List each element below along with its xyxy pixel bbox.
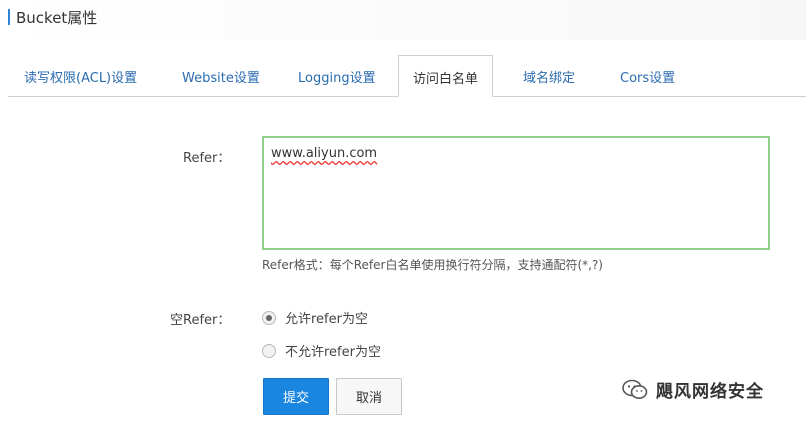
tab-bar: 读写权限(ACL)设置 Website设置 Logging设置 访问白名单 域名… bbox=[0, 55, 806, 97]
refer-label: Refer： bbox=[183, 151, 231, 166]
refer-format-hint: Refer格式：每个Refer白名单使用换行符分隔，支持通配符(*,?) bbox=[262, 258, 603, 272]
radio-allow-empty-label: 允许refer为空 bbox=[285, 312, 368, 327]
radio-deny-empty-label: 不允许refer为空 bbox=[285, 345, 381, 360]
radio-deny-empty-refer[interactable]: 不允许refer为空 bbox=[262, 341, 381, 360]
watermark: 飓风网络安全 bbox=[622, 377, 764, 402]
tab-domain-binding[interactable]: 域名绑定 bbox=[523, 67, 575, 86]
watermark-text: 飓风网络安全 bbox=[656, 382, 764, 402]
radio-allow-empty-refer[interactable]: 允许refer为空 bbox=[262, 308, 368, 327]
submit-button[interactable]: 提交 bbox=[263, 378, 329, 415]
empty-refer-label: 空Refer： bbox=[170, 313, 231, 328]
title-accent-bar bbox=[8, 9, 10, 25]
title-bar: Bucket属性 bbox=[0, 0, 806, 40]
radio-button-unchecked[interactable] bbox=[262, 343, 276, 358]
tab-website[interactable]: Website设置 bbox=[182, 67, 260, 86]
refer-textarea[interactable]: www.aliyun.com bbox=[262, 136, 770, 250]
page-title: Bucket属性 bbox=[16, 9, 98, 27]
tab-cors[interactable]: Cors设置 bbox=[620, 67, 675, 86]
tab-logging[interactable]: Logging设置 bbox=[298, 67, 376, 86]
tab-acl[interactable]: 读写权限(ACL)设置 bbox=[24, 67, 137, 86]
tab-whitelist[interactable]: 访问白名单 bbox=[398, 55, 494, 97]
wechat-icon bbox=[622, 379, 648, 399]
cancel-button[interactable]: 取消 bbox=[336, 378, 402, 415]
refer-value: www.aliyun.com bbox=[271, 146, 378, 161]
radio-button-checked[interactable] bbox=[262, 310, 276, 325]
